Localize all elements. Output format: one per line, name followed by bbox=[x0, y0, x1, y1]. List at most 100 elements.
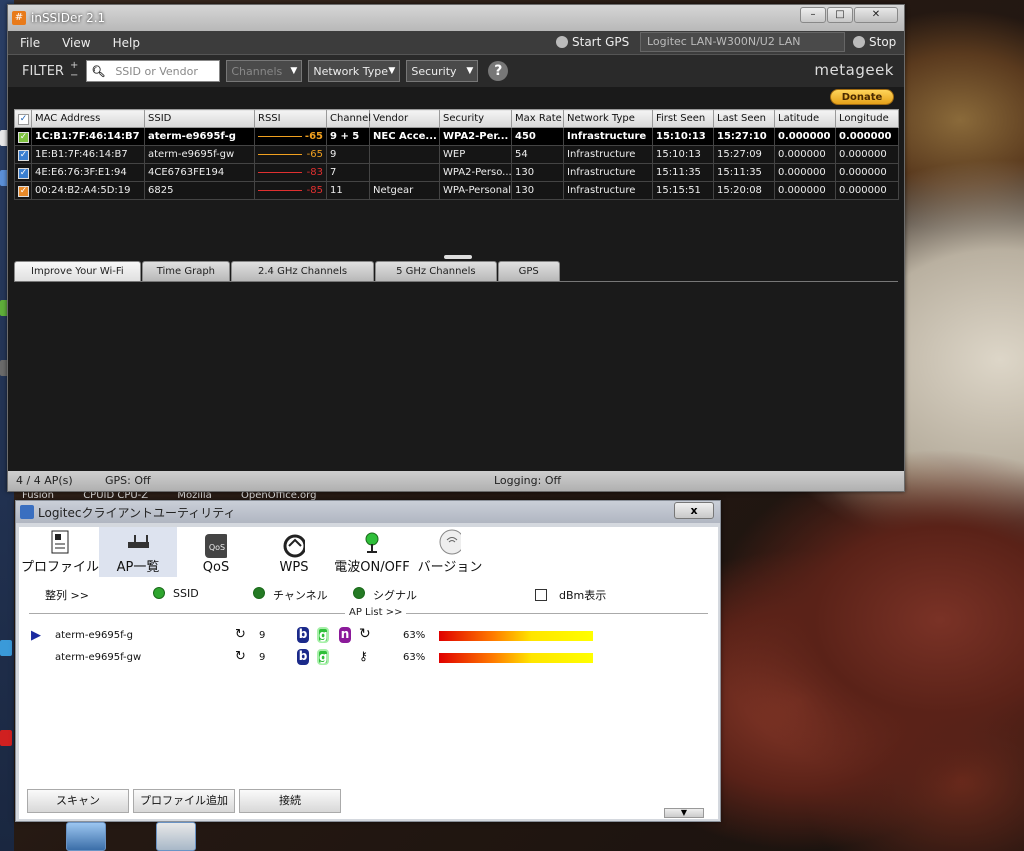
mode-g-badge: g bbox=[317, 649, 329, 665]
profile-icon bbox=[49, 530, 71, 554]
row-color-checkbox[interactable]: ✓ bbox=[18, 185, 29, 197]
inssider-titlebar[interactable]: # inSSIDer 2.1 – □ ✕ bbox=[8, 5, 904, 31]
wps-icon: ↻ bbox=[359, 626, 371, 642]
column-header[interactable]: MAC Address bbox=[31, 109, 145, 128]
toolbar-ap-list[interactable]: AP一覧 bbox=[99, 527, 177, 577]
stop-button[interactable]: Stop bbox=[853, 35, 896, 49]
column-header[interactable]: Network Type bbox=[563, 109, 653, 128]
row-color-checkbox[interactable]: ✓ bbox=[18, 167, 29, 179]
search-placeholder: SSID or Vendor bbox=[115, 64, 198, 78]
mac-cell: 00:24:B2:A4:5D:19 bbox=[31, 181, 145, 200]
row-color-checkbox[interactable]: ✓ bbox=[18, 131, 29, 143]
toolbar-wps-label: WPS bbox=[279, 560, 309, 575]
channels-dropdown[interactable]: Channels ▼ bbox=[226, 60, 303, 82]
minimize-button[interactable]: – bbox=[800, 7, 826, 23]
adapter-select[interactable]: Logitec LAN-W300N/U2 LAN Adapter bbox=[640, 32, 845, 66]
ap-list-label[interactable]: AP List >> bbox=[345, 607, 407, 618]
expand-arrow-icon[interactable]: ▼ bbox=[664, 808, 704, 818]
desktop-icon[interactable] bbox=[156, 822, 196, 851]
mode-g-badge: g bbox=[317, 627, 329, 643]
tab-24ghz-channels[interactable]: 2.4 GHz Channels bbox=[231, 261, 375, 281]
longitude-cell: 0.000000 bbox=[835, 181, 899, 200]
menu-view[interactable]: View bbox=[62, 36, 90, 50]
close-button[interactable]: ✕ bbox=[854, 7, 898, 23]
ssid-cell: 4CE6763FE194 bbox=[144, 163, 255, 182]
desktop-icon[interactable] bbox=[0, 640, 12, 656]
signal-bar bbox=[439, 631, 593, 641]
donate-button[interactable]: Donate bbox=[830, 89, 894, 105]
desktop-icon[interactable] bbox=[0, 730, 12, 746]
toolbar-profile[interactable]: プロファイル bbox=[21, 527, 99, 577]
row-checkbox[interactable]: ✓ bbox=[14, 181, 32, 200]
channel-cell: 11 bbox=[326, 181, 370, 200]
desktop-icon[interactable] bbox=[66, 822, 106, 851]
list-item[interactable]: ▶ aterm-e9695f-g ↻ 9 b g n ↻ 63% bbox=[19, 625, 718, 647]
ap-list-header: AP List >> bbox=[19, 607, 718, 619]
menu-file[interactable]: File bbox=[20, 36, 40, 50]
row-checkbox[interactable]: ✓ bbox=[14, 163, 32, 182]
menu-help[interactable]: Help bbox=[113, 36, 140, 50]
toolbar-wps[interactable]: WPS bbox=[255, 527, 333, 577]
sort-signal-radio[interactable] bbox=[353, 587, 365, 599]
vendor-cell: NEC Acce... bbox=[369, 127, 440, 146]
scan-button[interactable]: スキャン bbox=[27, 789, 129, 813]
add-profile-button[interactable]: プロファイル追加 bbox=[133, 789, 235, 813]
column-header[interactable]: Security bbox=[439, 109, 512, 128]
column-header[interactable]: First Seen bbox=[652, 109, 714, 128]
connect-button[interactable]: 接続 bbox=[239, 789, 341, 813]
first-seen-cell: 15:10:13 bbox=[652, 145, 714, 164]
pane-splitter-handle[interactable] bbox=[444, 255, 472, 259]
menu-bar: File View Help Start GPS Logitec LAN-W30… bbox=[8, 31, 904, 66]
filter-add-remove-icon[interactable]: + − bbox=[70, 61, 78, 81]
security-cell: WPA2-Per... bbox=[439, 127, 512, 146]
ssid-vendor-search-input[interactable]: 🔍︎ SSID or Vendor bbox=[86, 60, 221, 82]
sort-channel-radio[interactable] bbox=[253, 587, 265, 599]
row-checkbox[interactable]: ✓ bbox=[14, 127, 32, 146]
tab-divider bbox=[14, 281, 898, 282]
column-header[interactable]: RSSI bbox=[254, 109, 327, 128]
selected-arrow-icon: ▶ bbox=[31, 628, 41, 643]
channel-cell: 9 + 5 bbox=[326, 127, 370, 146]
table-row[interactable]: ✓ 4E:E6:76:3F:E1:94 4CE6763FE194 -83 7 W… bbox=[14, 163, 899, 182]
tab-time-graph[interactable]: Time Graph bbox=[141, 261, 231, 281]
column-header[interactable]: SSID bbox=[144, 109, 255, 128]
logitec-titlebar[interactable]: Logitecクライアントユーティリティ bbox=[16, 501, 720, 523]
ap-list: ▶ aterm-e9695f-g ↻ 9 b g n ↻ 63% aterm-e… bbox=[19, 625, 718, 669]
mac-cell: 1C:B1:7F:46:14:B7 bbox=[31, 127, 145, 146]
toolbar-radio-onoff[interactable]: 電波ON/OFF bbox=[333, 527, 411, 577]
header-checkbox[interactable]: ✓ bbox=[14, 109, 32, 128]
tab-improve-wifi[interactable]: Improve Your Wi-Fi bbox=[14, 261, 141, 281]
tab-gps[interactable]: GPS bbox=[497, 261, 560, 281]
dbm-display-checkbox[interactable] bbox=[535, 589, 547, 601]
column-header[interactable]: Last Seen bbox=[713, 109, 775, 128]
table-row[interactable]: ✓ 00:24:B2:A4:5D:19 6825 -85 11 Netgear … bbox=[14, 181, 899, 200]
mac-cell: 1E:B1:7F:46:14:B7 bbox=[31, 145, 145, 164]
column-header[interactable]: Channel bbox=[326, 109, 371, 128]
column-header[interactable]: Latitude bbox=[774, 109, 836, 128]
column-header[interactable]: Max Rate bbox=[511, 109, 564, 128]
maximize-button[interactable]: □ bbox=[827, 7, 853, 23]
close-button[interactable]: x bbox=[674, 502, 714, 519]
help-icon[interactable]: ? bbox=[488, 61, 509, 81]
logitec-window: Logitecクライアントユーティリティ x プロファイル AP一覧 QoS Q… bbox=[15, 500, 721, 822]
max-rate-cell: 130 bbox=[511, 163, 564, 182]
row-color-checkbox[interactable]: ✓ bbox=[18, 149, 29, 161]
network-type-dropdown[interactable]: Network Type ▼ bbox=[308, 60, 401, 82]
column-header[interactable]: Vendor bbox=[369, 109, 440, 128]
toolbar-version[interactable]: バージョン bbox=[411, 527, 489, 577]
column-header[interactable]: Longitude bbox=[835, 109, 899, 128]
ap-signal: 63% bbox=[403, 652, 426, 663]
qos-icon: QoS bbox=[205, 534, 227, 558]
table-row[interactable]: ✓ 1C:B1:7F:46:14:B7 aterm-e9695f-g -65 9… bbox=[14, 127, 899, 146]
sort-ssid-radio[interactable] bbox=[153, 587, 165, 599]
desktop-bottom-icons bbox=[66, 822, 196, 851]
toolbar-qos-label: QoS bbox=[202, 560, 230, 575]
security-dropdown[interactable]: Security ▼ bbox=[406, 60, 479, 82]
list-item[interactable]: aterm-e9695f-gw ↻ 9 b g ⚷ 63% bbox=[19, 647, 718, 669]
security-dropdown-label: Security bbox=[411, 64, 457, 78]
toolbar-qos[interactable]: QoS QoS bbox=[177, 527, 255, 577]
row-checkbox[interactable]: ✓ bbox=[14, 145, 32, 164]
start-gps-button[interactable]: Start GPS bbox=[556, 35, 629, 49]
tab-5ghz-channels[interactable]: 5 GHz Channels bbox=[375, 261, 497, 281]
table-row[interactable]: ✓ 1E:B1:7F:46:14:B7 aterm-e9695f-gw -65 … bbox=[14, 145, 899, 164]
